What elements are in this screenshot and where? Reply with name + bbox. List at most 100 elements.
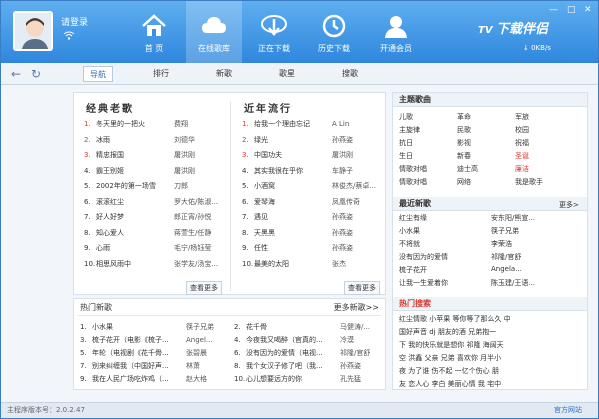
song-row[interactable]: 5. 2002年的第一场雪 刀郎 (74, 179, 230, 195)
artist-name[interactable]: A Lin (332, 117, 386, 133)
artist-name[interactable]: 孔先猛 (340, 373, 384, 386)
hot-new-song-row[interactable]: 6. 没有因为的爱情（电视... 祁隆/官舒 (234, 347, 384, 360)
artist-name[interactable]: 筷子兄弟 (186, 321, 230, 334)
theme-tag[interactable]: 抗日 (399, 138, 413, 148)
artist-name[interactable]: 孙燕姿 (340, 360, 384, 373)
refresh-icon[interactable]: ↻ (31, 67, 41, 81)
back-arrow-icon[interactable]: ← (11, 67, 21, 81)
artist-name[interactable]: 罗大佑/陈淑... (174, 195, 228, 211)
nav-vip[interactable]: 开通会员 (368, 1, 424, 63)
song-row[interactable]: 8. 天黑黑 孙燕姿 (232, 226, 388, 242)
artist-name[interactable]: 屠洪刚 (174, 148, 228, 164)
classic-more-button[interactable]: 查看更多 (186, 281, 222, 295)
hot-search-keywords[interactable]: 空 洪鑫 父亲 兄弟 喜欢你 月半小 (399, 353, 501, 363)
artist-name[interactable]: 陈玉建/王语... (491, 278, 583, 288)
song-title[interactable]: 今夜我又喝醉（官真的... (246, 334, 338, 347)
hot-new-song-row[interactable]: 1. 小水果 筷子兄弟 (80, 321, 230, 334)
hot-search-keywords[interactable]: 夜 为了谁 伤不起 一亿个伤心 朋 (399, 366, 499, 376)
theme-tag[interactable]: 情歌对唱 (399, 177, 427, 187)
song-title[interactable]: 2002年的第一场雪 (96, 179, 168, 195)
song-title[interactable]: 冬天里的一把火 (96, 117, 168, 133)
song-title[interactable]: 爱琴海 (254, 195, 326, 211)
theme-tag[interactable]: 我是歌手 (515, 177, 543, 187)
song-title[interactable]: 心儿想要远方的你 (246, 373, 338, 386)
latest-more-link[interactable]: 更多> (559, 200, 579, 210)
nav-downloading[interactable]: 正在下载 (246, 1, 302, 63)
theme-tag[interactable]: 新春 (457, 151, 471, 161)
theme-tag[interactable]: 主旋律 (399, 125, 420, 135)
hot-new-more-link[interactable]: 更多新歌>> (334, 302, 379, 313)
hot-search-keywords[interactable]: 国好声音 dj 朋友的酒 兄弟抱一 (399, 327, 496, 337)
artist-name[interactable]: 赵大格 (186, 373, 230, 386)
song-title[interactable]: 小水果 (399, 226, 485, 236)
theme-tag[interactable]: 廉洁 (515, 164, 529, 174)
hot-new-song-row[interactable]: 4. 今夜我又喝醉（官真的... 冷漠 (234, 334, 384, 347)
song-title[interactable]: 让我一生爱着你 (399, 278, 485, 288)
artist-name[interactable]: 蒋萱生/任静 (174, 226, 228, 242)
artist-name[interactable]: 张学友/汤宝... (174, 257, 228, 273)
artist-name[interactable]: 张碧晨 (186, 347, 230, 360)
artist-name[interactable]: 屠洪刚 (332, 148, 386, 164)
song-row[interactable]: 2. 冰雨 刘德华 (74, 133, 230, 149)
hot-search-keywords[interactable]: 下 我的快乐就是想你 祁隆 海阔天 (399, 340, 504, 350)
song-title[interactable]: 其实我很在乎你 (254, 164, 326, 180)
song-title[interactable]: 精忠报国 (96, 148, 168, 164)
song-title[interactable]: 不将就 (399, 239, 485, 249)
hot-new-song-row[interactable]: 3. 梳子花开（电影《梳子... Angel... (80, 334, 230, 347)
tab-singers[interactable]: 歌星 (272, 66, 302, 82)
song-row[interactable]: 1. 冬天里的一把火 费翔 (74, 117, 230, 133)
hot-new-song-row[interactable]: 10. 心儿想要远方的你 孔先猛 (234, 373, 384, 386)
artist-name[interactable]: 冷漠 (340, 334, 384, 347)
song-row[interactable]: 8. 知心爱人 蒋萱生/任静 (74, 226, 230, 242)
artist-name[interactable]: 筷子兄弟 (491, 226, 583, 236)
artist-name[interactable]: 林萧 (186, 360, 230, 373)
artist-name[interactable]: 孙燕姿 (332, 210, 386, 226)
theme-tag[interactable]: 军旅 (515, 112, 529, 122)
song-title[interactable]: 心雨 (96, 241, 168, 257)
artist-name[interactable]: 林俊杰/蔡卓... (332, 179, 386, 195)
artist-name[interactable]: 孙燕姿 (332, 226, 386, 242)
song-title[interactable]: 知心爱人 (96, 226, 168, 242)
song-row[interactable]: 9. 心雨 毛宁/杨钰莹 (74, 241, 230, 257)
popular-more-button[interactable]: 查看更多 (344, 281, 380, 295)
song-row[interactable]: 10. 最美的太阳 张杰 (232, 257, 388, 273)
song-title[interactable]: 小水果 (92, 321, 184, 334)
close-icon[interactable]: ✕ (584, 5, 592, 15)
hot-new-song-row[interactable]: 5. 年轮（电视剧《花千骨... 张碧晨 (80, 347, 230, 360)
song-title[interactable]: 我在人民广场吃炸鸡（... (92, 373, 184, 386)
artist-name[interactable]: 刀郎 (174, 179, 228, 195)
theme-tag[interactable]: 情歌对唱 (399, 164, 427, 174)
tab-new-songs[interactable]: 新歌 (209, 66, 239, 82)
song-title[interactable]: 没有因为的爱情（电视... (246, 347, 338, 360)
artist-name[interactable]: 张杰 (332, 257, 386, 273)
song-title[interactable]: 小酒窝 (254, 179, 326, 195)
artist-name[interactable]: 屠洪刚 (174, 164, 228, 180)
theme-tag[interactable]: 祝福 (515, 138, 529, 148)
song-title[interactable]: 没有因为的爱情 (399, 252, 485, 262)
artist-name[interactable]: 车静子 (332, 164, 386, 180)
song-title[interactable]: 花千骨 (246, 321, 338, 334)
song-title[interactable]: 梳子花开 (399, 265, 485, 275)
hot-new-song-row[interactable]: 7. 别来纠缠我（中国好声... 林萧 (80, 360, 230, 373)
hot-search-keywords[interactable]: 友 恋人心 李白 美丽心情 我 宅中 (399, 379, 501, 389)
song-title[interactable]: 霸王别姬 (96, 164, 168, 180)
theme-tag[interactable]: 革命 (457, 112, 471, 122)
theme-tag[interactable]: 影视 (457, 138, 471, 148)
artist-name[interactable]: 刘德华 (174, 133, 228, 149)
tab-search[interactable]: 搜歌 (335, 66, 365, 82)
artist-name[interactable]: 孙燕姿 (332, 241, 386, 257)
official-site-link[interactable]: 官方网站 (554, 405, 582, 415)
song-row[interactable]: 4. 其实我很在乎你 车静子 (232, 164, 388, 180)
artist-name[interactable]: Angela... (491, 265, 583, 273)
login-link[interactable]: 请登录 (61, 15, 88, 28)
artist-name[interactable]: 李荣浩 (491, 239, 583, 249)
artist-name[interactable]: 孙燕姿 (332, 133, 386, 149)
artist-name[interactable]: Angel... (186, 334, 230, 347)
artist-name[interactable]: 郎正宵/孙悦 (174, 210, 228, 226)
song-title[interactable]: 中国功夫 (254, 148, 326, 164)
theme-tag[interactable]: 民歌 (457, 125, 471, 135)
maximize-icon[interactable]: □ (567, 5, 576, 15)
artist-name[interactable]: 毛宁/杨钰莹 (174, 241, 228, 257)
nav-online-library[interactable]: 在线歌库 (186, 1, 242, 63)
song-title[interactable]: 天黑黑 (254, 226, 326, 242)
